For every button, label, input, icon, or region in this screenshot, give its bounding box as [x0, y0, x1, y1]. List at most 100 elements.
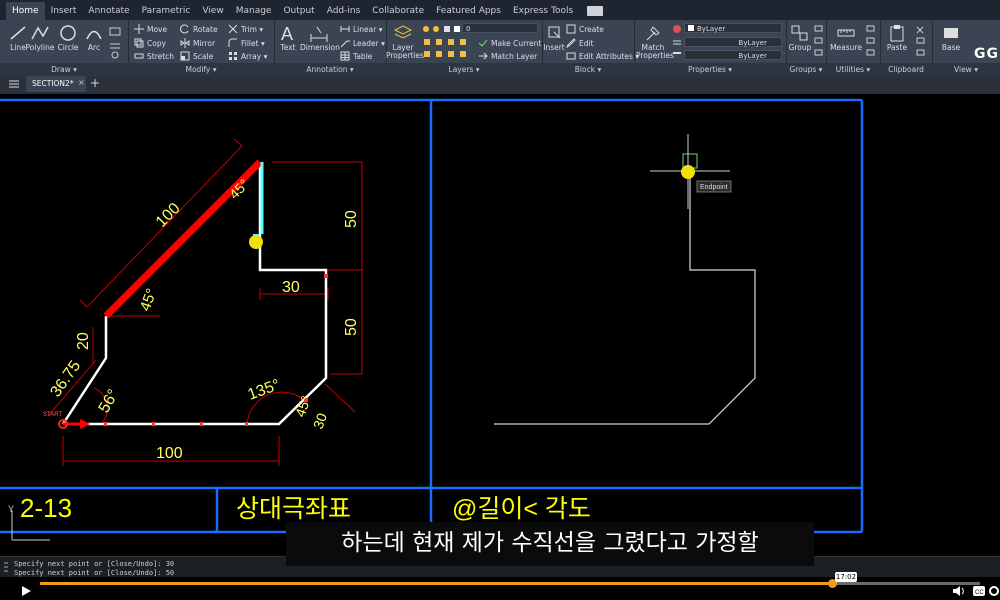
- layers-panel: Layer Properties 0 Make Current Match La…: [386, 20, 543, 76]
- leader-icon: [340, 40, 350, 48]
- arc-tool[interactable]: Arc: [80, 24, 108, 52]
- lesson-title: 상대극좌표: [236, 495, 351, 523]
- dim-30-br: 30: [310, 411, 330, 431]
- text-label: Text: [280, 43, 296, 52]
- create-block-button[interactable]: Create: [566, 24, 604, 34]
- svg-text:A: A: [281, 24, 293, 42]
- match-layer-label: Match Layer: [491, 51, 538, 61]
- ribbon-options-dropdown[interactable]: [587, 6, 604, 16]
- command-history-2: Specify next point or [Close/Undo]: 50: [14, 569, 175, 577]
- draw-panel-title[interactable]: Draw ▾: [0, 63, 128, 76]
- paste-button[interactable]: Paste: [882, 24, 912, 52]
- stretch-label: Stretch: [147, 51, 175, 61]
- tab-collaborate[interactable]: Collaborate: [366, 2, 430, 20]
- start-marker: START: [43, 412, 90, 429]
- scale-icon: [180, 51, 190, 61]
- right-viewport-drawing[interactable]: Endpoint: [494, 134, 756, 425]
- tab-annotate[interactable]: Annotate: [82, 2, 135, 20]
- tab-output[interactable]: Output: [277, 2, 320, 20]
- text-tool[interactable]: A Text: [274, 24, 302, 52]
- modify-panel-title[interactable]: Modify ▾: [128, 63, 274, 76]
- layer-dropdown[interactable]: 0: [462, 23, 538, 33]
- command-history-1: Specify next point or [Close/Undo]: 30: [14, 560, 175, 568]
- utility-small-tools[interactable]: [866, 24, 876, 58]
- fillet-button[interactable]: Fillet ▾: [228, 38, 265, 48]
- rotate-label: Rotate: [193, 24, 218, 34]
- progress-bar[interactable]: [40, 579, 980, 588]
- block-panel-title[interactable]: Block ▾: [542, 63, 634, 76]
- title-strip: 2-13 상대극좌표 @길이< 각도: [20, 493, 591, 523]
- tab-home[interactable]: Home: [6, 2, 45, 20]
- copy-label: Copy: [147, 38, 167, 48]
- new-tab-icon[interactable]: +: [90, 76, 100, 90]
- edit-attributes-icon: [566, 52, 576, 60]
- group-icon: [791, 25, 808, 41]
- linetype-dropdown[interactable]: ByLayer: [684, 37, 782, 47]
- tab-add-ins[interactable]: Add-ins: [321, 2, 367, 20]
- dimension-icon: [310, 26, 328, 42]
- scale-button[interactable]: Scale: [180, 51, 213, 61]
- draw-small-tools[interactable]: [108, 26, 124, 60]
- text-icon: A: [281, 24, 293, 42]
- tab-view[interactable]: View: [196, 2, 229, 20]
- copy-button[interactable]: Copy: [134, 38, 166, 48]
- stretch-button[interactable]: Stretch: [134, 51, 174, 61]
- rotate-button[interactable]: Rotate: [180, 24, 218, 34]
- edit-block-button[interactable]: Edit: [566, 38, 594, 48]
- measure-button[interactable]: Measure: [828, 24, 864, 52]
- fillet-icon: [228, 38, 237, 47]
- edit-attributes-button[interactable]: Edit Attributes ▾: [566, 51, 639, 61]
- left-viewport-drawing[interactable]: START 100 45° 50 30 50 20 45° 36.75 56° …: [43, 138, 363, 466]
- move-button[interactable]: Move: [134, 24, 167, 34]
- drawing-canvas[interactable]: START 100 45° 50 30 50 20 45° 36.75 56° …: [0, 94, 1000, 556]
- mirror-button[interactable]: Mirror: [180, 38, 215, 48]
- close-tab-icon[interactable]: ×: [78, 78, 85, 87]
- array-button[interactable]: Array ▾: [228, 51, 267, 61]
- clipboard-small-tools[interactable]: [916, 24, 926, 58]
- annotation-panel: A Text Dimension Linear ▾ Leader ▾ Table…: [274, 20, 387, 76]
- match-properties-button[interactable]: Match Properties: [636, 24, 674, 60]
- insert-block-button[interactable]: Insert: [542, 24, 566, 52]
- tab-manage[interactable]: Manage: [230, 2, 278, 20]
- volume-icon[interactable]: [952, 585, 966, 597]
- dimension-tool[interactable]: Dimension: [300, 24, 340, 52]
- tab-insert[interactable]: Insert: [45, 2, 83, 20]
- tab-featured-apps[interactable]: Featured Apps: [430, 2, 507, 20]
- captions-icon[interactable]: CC: [972, 585, 986, 597]
- table-button[interactable]: Table: [340, 51, 372, 61]
- lineweight-dropdown[interactable]: ByLayer: [684, 50, 782, 60]
- layer-tool-icons[interactable]: [422, 38, 484, 62]
- create-block-icon: [566, 24, 576, 34]
- measure-label: Measure: [830, 43, 862, 52]
- polyline-icon: [31, 26, 49, 40]
- group-small-tools[interactable]: [814, 24, 824, 58]
- trim-button[interactable]: Trim ▾: [228, 24, 263, 34]
- clipboard-panel-title[interactable]: Clipboard: [880, 63, 932, 76]
- color-dropdown[interactable]: ByLayer: [684, 23, 782, 33]
- menu-icon[interactable]: [8, 79, 20, 89]
- dim-50-a: 50: [343, 210, 360, 228]
- file-tab-bar: SECTION2* × +: [0, 76, 1000, 92]
- utilities-panel-title[interactable]: Utilities ▾: [826, 63, 880, 76]
- layers-panel-title[interactable]: Layers ▾: [386, 63, 542, 76]
- groups-panel-title[interactable]: Groups ▾: [786, 63, 826, 76]
- annotation-panel-title[interactable]: Annotation ▾: [274, 63, 386, 76]
- view-panel-title[interactable]: View ▾: [932, 63, 1000, 76]
- ucs-y-label: Y: [8, 504, 14, 514]
- linear-dropdown[interactable]: Linear ▾: [340, 24, 382, 34]
- file-tab-section2[interactable]: SECTION2* ×: [26, 76, 86, 92]
- group-button[interactable]: Group: [788, 24, 812, 52]
- base-view-button[interactable]: Base: [934, 24, 968, 52]
- profile-preview-line[interactable]: [494, 172, 756, 425]
- command-line-grip-icon[interactable]: [2, 561, 10, 577]
- settings-gear-icon[interactable]: [988, 585, 1000, 597]
- play-icon[interactable]: [20, 585, 32, 597]
- tab-parametric[interactable]: Parametric: [136, 2, 197, 20]
- mirror-label: Mirror: [193, 38, 216, 48]
- leader-dropdown[interactable]: Leader ▾: [340, 38, 385, 48]
- tab-express-tools[interactable]: Express Tools: [507, 2, 579, 20]
- layer-properties-button[interactable]: Layer Properties: [386, 24, 424, 60]
- match-layer-button[interactable]: Match Layer: [478, 51, 537, 61]
- make-current-button[interactable]: Make Current: [478, 38, 541, 48]
- properties-panel-title[interactable]: Properties ▾: [634, 63, 786, 76]
